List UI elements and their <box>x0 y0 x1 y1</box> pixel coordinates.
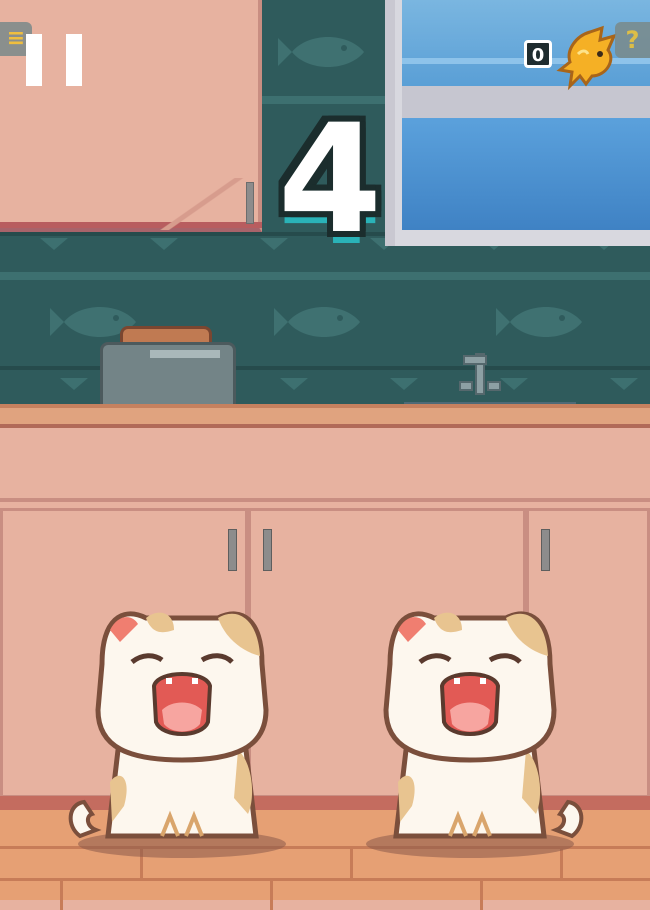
menu-icon: ≡ <box>6 26 26 51</box>
cabinet-handle <box>246 182 254 224</box>
cat-left[interactable] <box>62 600 302 860</box>
faucet-icon <box>459 353 501 395</box>
fish-pattern-icon <box>496 307 582 337</box>
cabinet-shadow <box>150 178 250 230</box>
fish-count: 0 <box>524 40 552 68</box>
toaster-slot <box>150 350 220 358</box>
question-icon: ? <box>625 26 640 54</box>
fish-pattern-icon <box>274 307 360 337</box>
score-display: 4 <box>277 93 383 267</box>
countertop <box>0 404 650 428</box>
goldfish-icon <box>556 25 617 91</box>
pause-icon <box>26 34 42 86</box>
help-button[interactable]: ? <box>615 22 650 58</box>
fish-pattern-icon <box>278 37 364 67</box>
cabinet-handle <box>228 529 237 571</box>
pause-button[interactable] <box>24 34 84 86</box>
pause-icon <box>66 34 82 86</box>
cat-right[interactable] <box>350 600 590 860</box>
cabinet-handle <box>263 529 272 571</box>
counter-front <box>0 428 650 502</box>
window-sky-lower <box>402 118 650 230</box>
cabinet-handle <box>541 529 550 571</box>
